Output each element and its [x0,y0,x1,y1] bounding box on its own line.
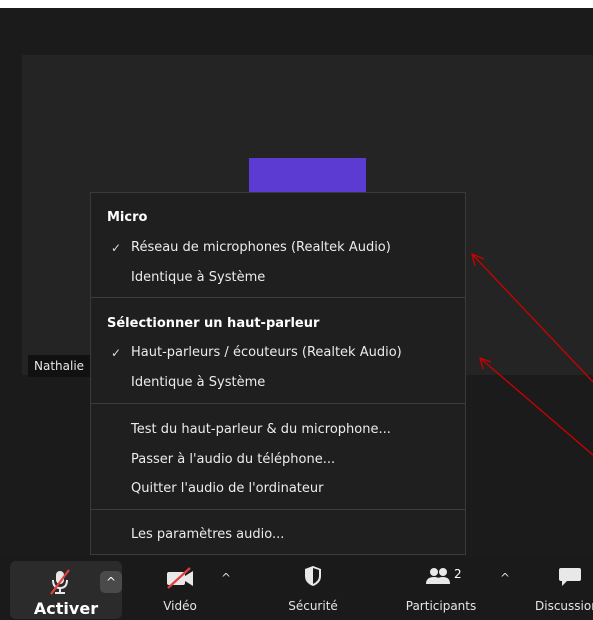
audio-menu: Micro ✓ Réseau de microphones (Realtek A… [90,192,466,555]
video-button[interactable]: Vidéo [140,557,220,620]
menu-divider [91,403,465,404]
shield-icon [305,566,321,586]
participant-name-tag: Nathalie [28,355,91,377]
participants-button[interactable]: 2 Participants [393,557,489,620]
mic-option-realtek[interactable]: Réseau de microphones (Realtek Audio) [131,240,391,255]
video-off-icon [167,567,193,589]
unmute-label: Activer [33,599,99,618]
top-strip [0,0,593,8]
mic-option-system[interactable]: Identique à Système [131,270,265,285]
audio-options-caret[interactable]: ^ [100,571,122,593]
zoom-meeting-window: Nathalie Micro ✓ Réseau de microphones (… [0,0,593,620]
unmute-button[interactable]: ^ Activer [10,561,122,619]
chat-label: Discussion [535,599,593,613]
speaker-option-system[interactable]: Identique à Système [131,375,265,390]
speaker-section-title: Sélectionner un haut-parleur [107,316,320,331]
chat-icon [559,568,581,586]
security-button[interactable]: Sécurité [273,557,353,620]
menu-divider [91,297,465,298]
participants-options-caret[interactable]: ^ [500,571,510,585]
participants-count: 2 [454,567,462,581]
participants-label: Participants [405,599,477,613]
speaker-option-realtek[interactable]: Haut-parleurs / écouteurs (Realtek Audio… [131,345,402,360]
test-audio-item[interactable]: Test du haut-parleur & du microphone... [131,422,391,437]
menu-divider [91,509,465,510]
check-icon: ✓ [111,346,122,360]
participants-icon [426,568,450,584]
meeting-toolbar: ^ Activer Vidéo ^ Sécurité 2 Participant… [0,557,593,620]
video-options-caret[interactable]: ^ [221,571,231,585]
microphone-muted-icon [50,569,70,595]
microphone-section-title: Micro [107,210,148,225]
audio-settings-item[interactable]: Les paramètres audio... [131,527,284,542]
leave-computer-audio-item[interactable]: Quitter l'audio de l'ordinateur [131,481,323,496]
security-label: Sécurité [288,599,338,613]
chat-button[interactable]: Discussion [530,557,593,620]
check-icon: ✓ [111,241,122,255]
video-label: Vidéo [163,599,197,613]
switch-phone-audio-item[interactable]: Passer à l'audio du téléphone... [131,452,335,467]
